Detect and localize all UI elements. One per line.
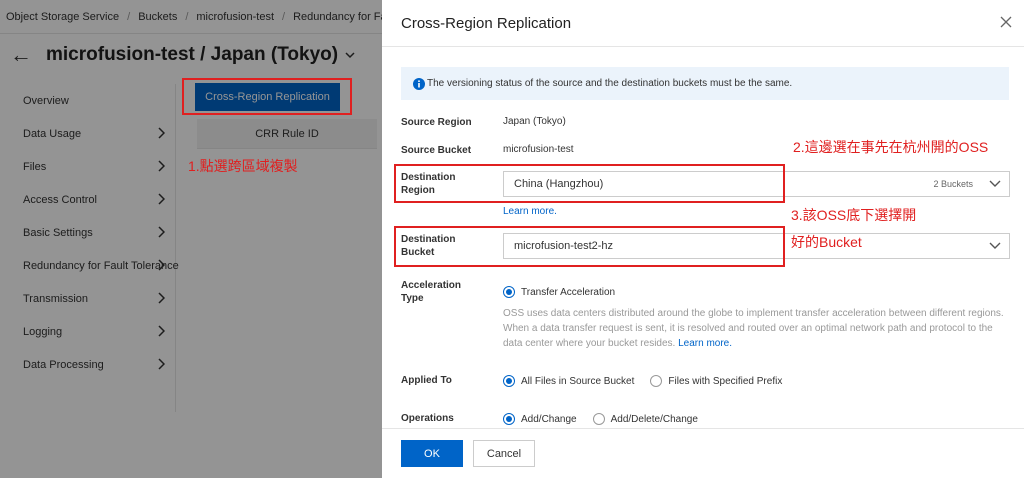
annotation-note-2: 2.這邊選在事先在杭州開的OSS: [793, 139, 989, 155]
acceleration-learn-more-link[interactable]: Learn more.: [678, 338, 732, 349]
source-region-value: Japan (Tokyo): [503, 116, 566, 127]
annotation-note-3-line2: 好的Bucket: [791, 234, 862, 250]
drawer-title: Cross-Region Replication: [401, 15, 572, 32]
acceleration-type-label-line2: Type: [401, 293, 424, 304]
footer-divider: [382, 428, 1024, 429]
operations-radio-group: Add/Change Add/Delete/Change: [503, 413, 698, 425]
chevron-down-icon: [989, 180, 1001, 187]
add-delete-change-label: Add/Delete/Change: [610, 413, 698, 425]
add-change-radio[interactable]: [503, 413, 515, 425]
modal-overlay[interactable]: [0, 0, 382, 478]
annotation-box-destination-region: [394, 164, 785, 203]
source-region-label: Source Region: [401, 117, 472, 128]
notice-text: The versioning status of the source and …: [427, 78, 793, 89]
bucket-count-badge: 2 Buckets: [933, 179, 973, 189]
acceleration-description: OSS uses data centers distributed around…: [503, 306, 1013, 351]
annotation-note-1: 1.點選跨區域複製: [188, 158, 298, 174]
learn-more-link[interactable]: Learn more.: [503, 206, 557, 217]
source-bucket-value: microfusion-test: [503, 144, 574, 155]
annotation-box-crr-button: [182, 78, 352, 115]
source-bucket-label: Source Bucket: [401, 145, 472, 156]
annotation-note-3-line1: 3.該OSS底下選擇開: [791, 207, 917, 223]
specified-prefix-radio[interactable]: [650, 375, 663, 387]
divider: [382, 46, 1024, 47]
applied-to-label: Applied To: [401, 375, 452, 386]
transfer-acceleration-radio[interactable]: [503, 286, 515, 298]
acceleration-radio-group: Transfer Acceleration: [503, 286, 615, 298]
transfer-acceleration-label: Transfer Acceleration: [521, 286, 616, 298]
info-icon: [413, 77, 425, 90]
acceleration-type-label-line1: Acceleration: [401, 280, 462, 291]
all-files-radio[interactable]: [503, 375, 515, 387]
cancel-button[interactable]: Cancel: [473, 440, 535, 467]
acceleration-type-label: Acceleration Type: [401, 279, 461, 305]
add-change-label: Add/Change: [521, 413, 577, 425]
operations-label: Operations: [401, 413, 454, 424]
acceleration-description-text: OSS uses data centers distributed around…: [503, 308, 1004, 349]
chevron-down-icon: [989, 242, 1001, 249]
applied-to-radio-group: All Files in Source Bucket Files with Sp…: [503, 375, 782, 387]
add-delete-change-radio[interactable]: [592, 413, 605, 425]
all-files-label: All Files in Source Bucket: [521, 375, 635, 387]
specified-prefix-label: Files with Specified Prefix: [668, 375, 783, 387]
close-icon[interactable]: [999, 15, 1013, 29]
ok-button[interactable]: OK: [401, 440, 463, 467]
versioning-notice: The versioning status of the source and …: [401, 67, 1009, 100]
annotation-box-destination-bucket: [394, 226, 785, 267]
